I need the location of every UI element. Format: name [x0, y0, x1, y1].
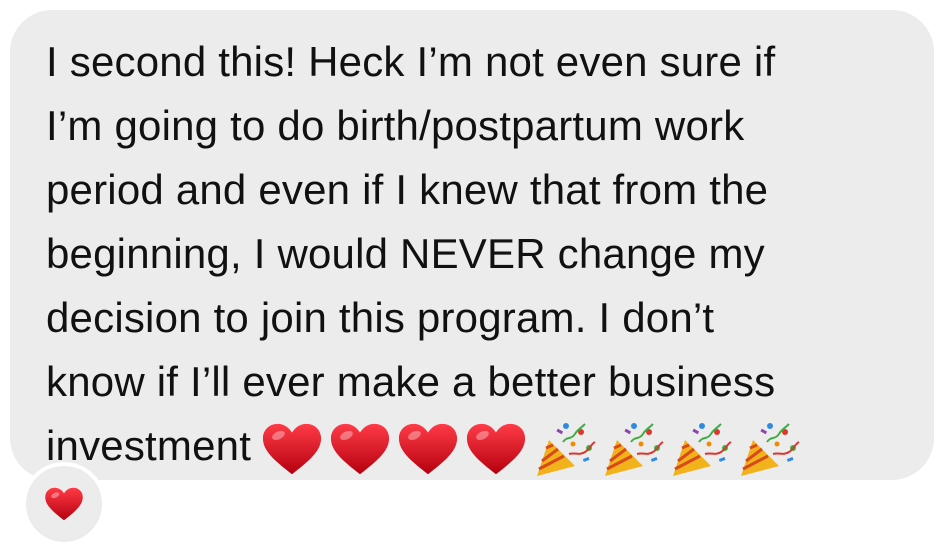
- message-line: decision to join this program. I don’t: [46, 294, 715, 341]
- message-line: I second this! Heck I’m not even sure if: [46, 38, 776, 85]
- heart-icon: [44, 486, 84, 522]
- heart-icon: [261, 421, 323, 477]
- message-bubble[interactable]: I second this! Heck I’m not even sure if…: [10, 10, 934, 480]
- message-line: period and even if I knew that from the: [46, 166, 769, 213]
- heart-icon: [329, 421, 391, 477]
- party-popper-icon: [669, 418, 733, 480]
- message-line: beginning, I would NEVER change my: [46, 230, 765, 277]
- message-line: I’m going to do birth/postpartum work: [46, 102, 745, 149]
- party-popper-icon: [737, 418, 801, 480]
- heart-icon: [397, 421, 459, 477]
- party-popper-icon: [533, 418, 597, 480]
- message-text: I second this! Heck I’m not even sure if…: [46, 30, 904, 480]
- party-popper-icon: [601, 418, 665, 480]
- heart-reaction-badge[interactable]: [22, 462, 106, 546]
- emoji-run: [261, 418, 805, 480]
- message-line: investment: [46, 422, 252, 469]
- message-line: know if I’ll ever make a better business: [46, 358, 776, 405]
- heart-icon: [465, 421, 527, 477]
- message-last-line: investment: [46, 414, 904, 480]
